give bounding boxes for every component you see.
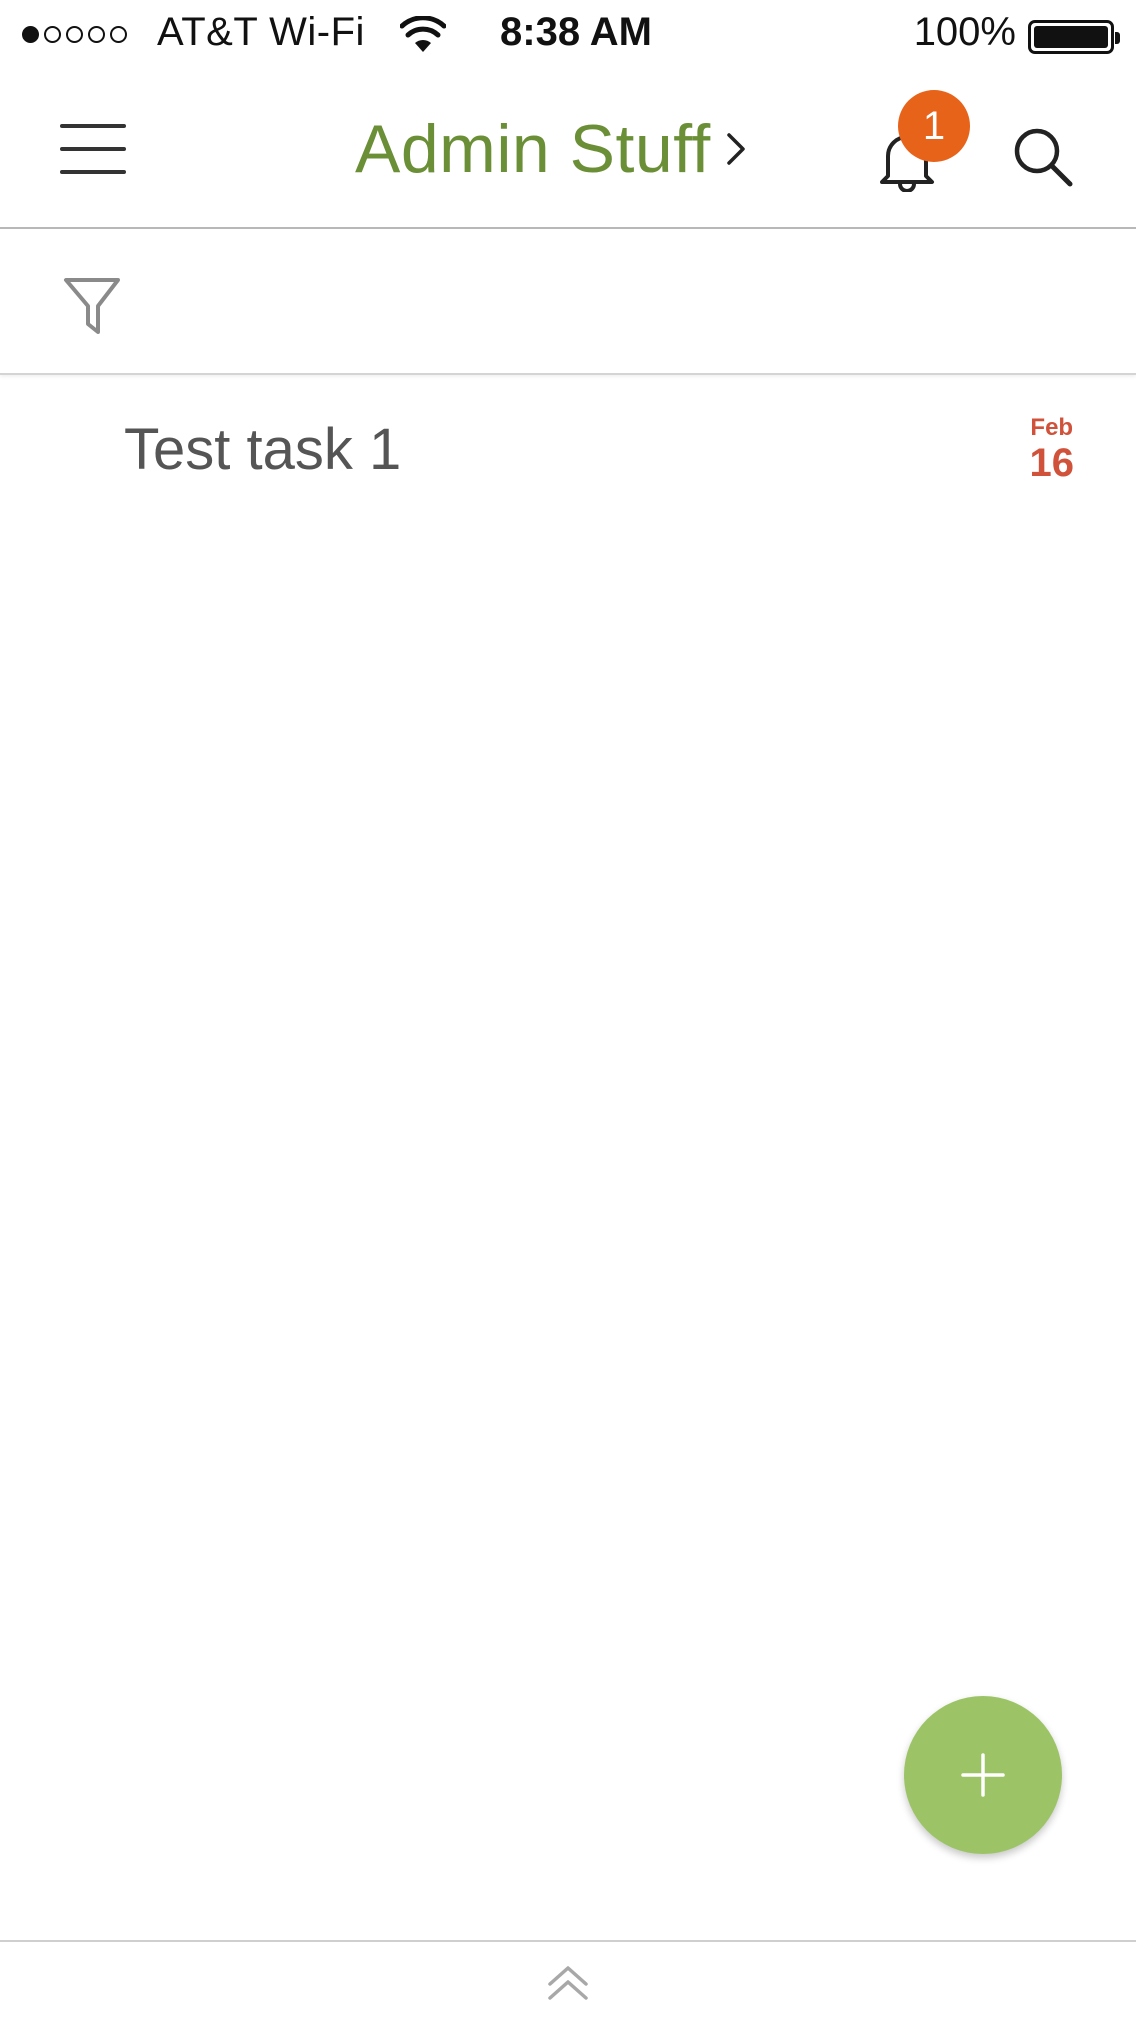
hamburger-menu-icon <box>60 124 126 174</box>
due-day: 16 <box>1029 441 1075 485</box>
battery-percent: 100% <box>913 10 1016 54</box>
add-task-button[interactable] <box>904 1696 1062 1854</box>
bottom-bar <box>0 1940 1136 2018</box>
hamburger-line <box>60 170 126 174</box>
battery-icon <box>1028 20 1120 54</box>
status-bar: AT&T Wi-Fi 8:38 AM 100% <box>0 0 1136 72</box>
hamburger-line <box>60 147 126 151</box>
notification-badge[interactable]: 1 <box>898 90 970 162</box>
page-title: Admin Stuff <box>355 111 711 187</box>
due-month: Feb <box>1030 414 1074 441</box>
battery-fill <box>1034 26 1108 48</box>
menu-button[interactable] <box>60 124 126 178</box>
hamburger-line <box>60 124 126 128</box>
status-time: 8:38 AM <box>500 10 652 54</box>
search-icon[interactable] <box>1010 124 1076 190</box>
task-due-date: Feb 16 <box>1030 414 1075 484</box>
battery-nub <box>1115 32 1120 44</box>
filter-bar <box>0 229 1136 375</box>
double-chevron-up-icon[interactable] <box>546 1964 590 2002</box>
nav-bar: Admin Stuff 1 <box>0 72 1136 229</box>
project-title-button[interactable]: Admin Stuff <box>355 110 747 188</box>
chevron-right-icon <box>727 133 745 165</box>
filter-icon[interactable] <box>62 274 122 336</box>
plus-icon <box>961 1753 1005 1797</box>
task-title: Test task 1 <box>124 417 402 482</box>
task-row[interactable]: Test task 1 Feb 16 <box>0 376 1136 522</box>
